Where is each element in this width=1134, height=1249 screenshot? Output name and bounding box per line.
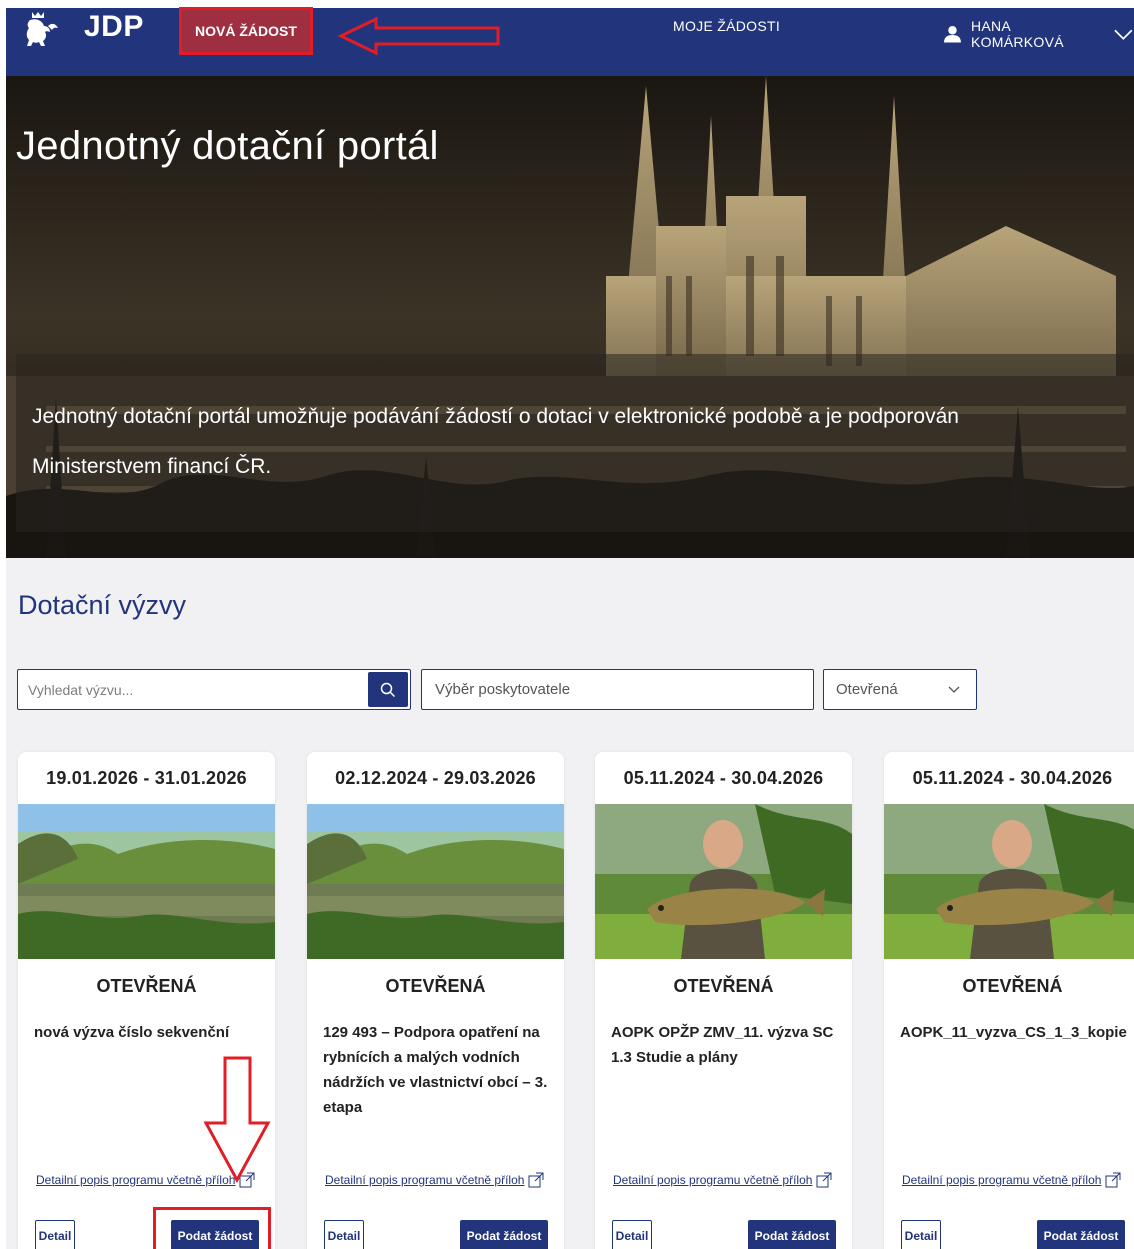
submit-request-button[interactable]: Podat žádost (460, 1220, 548, 1249)
top-navbar: JDP NOVÁ ŽÁDOST MOJE ŽÁDOSTI HANA KOMÁRK… (6, 7, 1134, 76)
card-image-carp (884, 804, 1134, 959)
external-link-icon (1105, 1172, 1121, 1188)
program-description-link-label: Detailní popis programu včetně příloh (325, 1173, 525, 1187)
submit-request-button[interactable]: Podat žádost (1037, 1220, 1125, 1249)
detail-button[interactable]: Detail (35, 1220, 75, 1249)
card-status: OTEVŘENÁ (385, 976, 486, 996)
section-title: Dotační výzvy (18, 590, 187, 620)
card-date-range: 02.12.2024 - 29.03.2026 (335, 768, 536, 788)
external-link-icon (528, 1172, 544, 1188)
annotation-highlight-box (153, 1207, 271, 1249)
hero-banner: Jednotný dotační portál Jednotný dotační… (6, 76, 1134, 558)
detail-button[interactable]: Detail (901, 1220, 941, 1249)
search-icon (380, 682, 396, 697)
my-requests-link[interactable]: MOJE ŽÁDOSTI (673, 18, 780, 34)
logo-text[interactable]: JDP (84, 10, 144, 44)
provider-select[interactable]: Výběr poskytovatele (421, 669, 814, 710)
program-description-link[interactable]: Detailní popis programu včetně příloh (613, 1172, 832, 1188)
annotation-arrow-down (203, 1056, 271, 1184)
card-title: AOPK_11_vyzva_CS_1_3_kopie (900, 1024, 1127, 1041)
card-status: OTEVŘENÁ (673, 976, 774, 996)
status-select-value: Otevřená (836, 681, 898, 698)
card-date-range: 05.11.2024 - 30.04.2026 (912, 768, 1113, 788)
czech-lion-icon (26, 12, 58, 46)
program-description-link[interactable]: Detailní popis programu včetně příloh (325, 1172, 544, 1188)
search-button[interactable] (368, 672, 408, 707)
chevron-down-icon (1114, 29, 1133, 40)
card-title: nová výzva číslo sekvenční (34, 1024, 230, 1041)
grant-card: 02.12.2024 - 29.03.2026 OTEVŘENÁ 129 493… (307, 752, 564, 1249)
hero-description: Jednotný dotační portál umožňuje podáván… (32, 405, 959, 478)
grant-card: 05.11.2024 - 30.04.2026 OTEVŘENÁ AOPK OP… (595, 752, 852, 1249)
user-name: HANA KOMÁRKOVÁ (970, 18, 1064, 50)
grant-card: 05.11.2024 - 30.04.2026 OTEVŘENÁ AOPK_11… (884, 752, 1134, 1249)
submit-request-button[interactable]: Podat žádost (748, 1220, 836, 1249)
program-description-link-label: Detailní popis programu včetně příloh (902, 1173, 1102, 1187)
card-image-pond (18, 804, 275, 959)
top-edge (0, 0, 1134, 8)
card-image-carp (595, 804, 852, 959)
detail-button[interactable]: Detail (324, 1220, 364, 1249)
external-link-icon (816, 1172, 832, 1188)
card-image-pond (307, 804, 564, 959)
program-description-link-label: Detailní popis programu včetně příloh (613, 1173, 813, 1187)
user-menu[interactable]: HANA KOMÁRKOVÁ (944, 18, 1134, 50)
hero-title: Jednotný dotační portál (16, 124, 439, 168)
card-date-range: 05.11.2024 - 30.04.2026 (623, 768, 824, 788)
card-status: OTEVŘENÁ (96, 976, 197, 996)
status-select[interactable]: Otevřená (823, 669, 977, 710)
search-box (17, 669, 411, 710)
program-description-link[interactable]: Detailní popis programu včetně příloh (902, 1172, 1121, 1188)
card-title: 129 493 – Podpora opatření na rybnících … (323, 1024, 548, 1116)
card-title: AOPK OPŽP ZMV_11. výzva SC 1.3 Studie a … (611, 1024, 834, 1066)
card-date-range: 19.01.2026 - 31.01.2026 (46, 768, 247, 788)
user-icon (944, 26, 961, 43)
new-request-button[interactable]: NOVÁ ŽÁDOST (179, 7, 313, 55)
detail-button[interactable]: Detail (612, 1220, 652, 1249)
search-input[interactable] (28, 670, 368, 709)
card-status: OTEVŘENÁ (962, 976, 1063, 996)
chevron-down-icon (948, 686, 960, 693)
annotation-arrow-left (337, 16, 500, 56)
